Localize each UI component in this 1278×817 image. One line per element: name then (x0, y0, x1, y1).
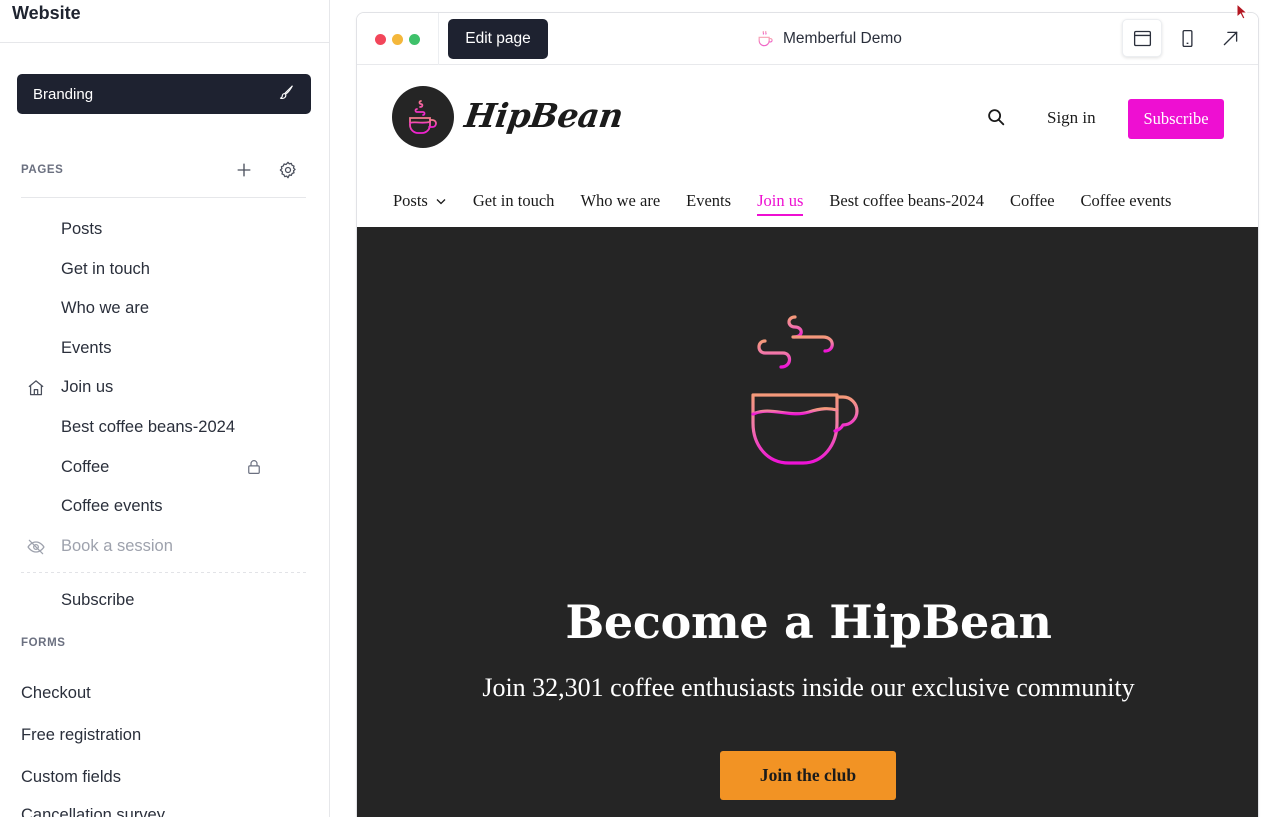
sidebar-page-best-coffee-beans[interactable]: Best coffee beans-2024 (21, 412, 306, 442)
eye-off-icon (25, 536, 47, 558)
home-icon (25, 377, 47, 399)
minimize-dot (392, 34, 403, 45)
toolbar-separator (438, 13, 439, 65)
branding-button[interactable]: Branding (17, 74, 311, 114)
sidebar-page-events[interactable]: Events (21, 333, 306, 363)
sidebar-title: Website (12, 3, 81, 23)
page-label: Best coffee beans-2024 (61, 417, 235, 436)
mobile-view-button[interactable] (1167, 19, 1207, 57)
nav-label: Posts (393, 191, 428, 210)
add-page-button[interactable] (233, 159, 255, 181)
sidebar-page-subscribe[interactable]: Subscribe (21, 585, 306, 615)
open-site-button[interactable] (1210, 19, 1250, 57)
sidebar-page-posts[interactable]: Posts (21, 214, 306, 244)
site-logo[interactable] (392, 86, 454, 148)
close-dot (375, 34, 386, 45)
page-label: Join us (61, 377, 114, 396)
hero-subtitle: Join 32,301 coffee enthusiasts inside ou… (482, 673, 1135, 702)
page-label: Book a session (61, 536, 173, 555)
pages-section-label: PAGES (21, 164, 64, 176)
nav-get-in-touch[interactable]: Get in touch (473, 191, 555, 211)
nav-coffee[interactable]: Coffee (1010, 191, 1055, 211)
nav-events[interactable]: Events (686, 191, 731, 211)
sidebar-form-custom-fields[interactable]: Custom fields (21, 768, 121, 787)
edit-page-button[interactable]: Edit page (448, 19, 548, 59)
page-label: Events (61, 338, 112, 357)
sidebar-page-who-we-are[interactable]: Who we are (21, 293, 306, 323)
nav-coffee-events[interactable]: Coffee events (1081, 191, 1172, 211)
window-controls (375, 34, 420, 45)
site-preview-window: Edit page Memberful Demo HipBean Sign in… (356, 12, 1259, 817)
nav-posts[interactable]: Posts (393, 191, 447, 211)
hidden-pages-divider (21, 572, 306, 573)
preview-toolbar: Edit page Memberful Demo (357, 13, 1258, 65)
sidebar-page-join-us[interactable]: Join us (21, 372, 306, 402)
sidebar-form-cancellation-survey[interactable]: Cancellation survey (21, 806, 165, 817)
desktop-icon (1133, 30, 1151, 46)
pages-settings-button[interactable] (277, 159, 299, 181)
page-label: Subscribe (61, 590, 135, 609)
site-search-button[interactable] (985, 106, 1009, 130)
nav-best-coffee-beans[interactable]: Best coffee beans-2024 (829, 191, 984, 211)
page-label: Posts (61, 219, 103, 238)
nav-join-us[interactable]: Join us (757, 191, 804, 216)
sidebar-page-get-in-touch[interactable]: Get in touch (21, 254, 306, 284)
sidebar-form-free-registration[interactable]: Free registration (21, 726, 141, 745)
website-sidebar: Website Branding PAGES Posts Get in touc… (0, 0, 330, 817)
sidebar-form-checkout[interactable]: Checkout (21, 684, 91, 703)
subscribe-button[interactable]: Subscribe (1128, 99, 1224, 139)
site-brand-name[interactable]: HipBean (462, 96, 625, 135)
desktop-view-button[interactable] (1122, 19, 1162, 57)
open-external-icon (1223, 31, 1237, 45)
search-icon (988, 109, 1005, 126)
forms-section-label: FORMS (21, 637, 66, 649)
page-label: Coffee (61, 457, 110, 476)
hero-title: Become a HipBean (565, 595, 1052, 649)
preview-site-title: Memberful Demo (755, 29, 902, 49)
pages-divider (21, 197, 306, 198)
maximize-dot (409, 34, 420, 45)
sidebar-divider (0, 42, 329, 43)
sign-in-link[interactable]: Sign in (1047, 108, 1096, 128)
branding-label: Branding (33, 85, 94, 103)
mobile-icon (1181, 29, 1193, 47)
preview-site-name: Memberful Demo (783, 30, 902, 47)
page-label: Get in touch (61, 259, 150, 278)
sidebar-page-book-a-session[interactable]: Book a session (21, 531, 306, 561)
page-label: Who we are (61, 298, 150, 317)
nav-who-we-are[interactable]: Who we are (580, 191, 660, 211)
chevron-down-icon (436, 199, 446, 205)
mouse-cursor-icon (1236, 3, 1249, 20)
coffee-cup-logo-icon (409, 100, 437, 134)
page-label: Coffee events (61, 496, 163, 515)
lock-icon (248, 460, 260, 474)
site-header: HipBean Sign in Subscribe Posts Get in t… (357, 66, 1258, 227)
gear-icon (279, 161, 296, 179)
pages-actions (233, 159, 299, 181)
coffee-cup-illustration (751, 315, 859, 465)
hero-section: Become a HipBean Join 32,301 coffee enth… (357, 227, 1258, 817)
site-navigation: Posts Get in touch Who we are Events Joi… (393, 186, 1197, 216)
paintbrush-icon (278, 84, 295, 105)
join-the-club-button[interactable]: Join the club (720, 751, 896, 800)
sidebar-page-coffee[interactable]: Coffee (21, 452, 306, 482)
coffee-cup-icon (758, 30, 773, 47)
sidebar-page-coffee-events[interactable]: Coffee events (21, 491, 306, 521)
